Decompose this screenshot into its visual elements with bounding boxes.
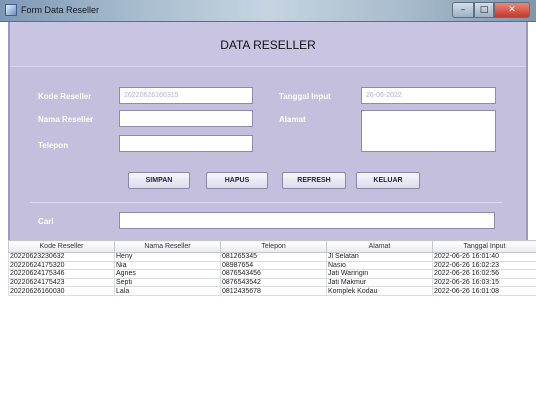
cell-telepon: 0876543456: [220, 269, 327, 279]
table-row[interactable]: 20220623230632 Heny 081265345 Jl Selatan…: [8, 252, 536, 262]
cell-kode: 20220624175320: [8, 260, 115, 271]
tanggal-input-label: Tanggal Input: [279, 92, 331, 101]
telepon-label: Telepon: [38, 141, 69, 150]
close-button[interactable]: ✕: [494, 2, 530, 18]
simpan-button[interactable]: SIMPAN: [128, 172, 190, 189]
cell-telepon: 08987654: [220, 260, 327, 271]
kode-reseller-label: Kode Reseller: [38, 92, 92, 101]
cell-alamat: Nasio: [326, 260, 433, 271]
reseller-table: Kode Reseller Nama Reseller Telepon Alam…: [8, 240, 536, 296]
cell-tanggal: 2022-06-26 16:01:40: [432, 252, 536, 262]
cell-tanggal: 2022-06-26 16:01:08: [432, 286, 536, 296]
cell-nama: Heny: [114, 252, 221, 262]
refresh-button[interactable]: REFRESH: [282, 172, 346, 189]
alamat-label: Alamat: [279, 115, 306, 124]
cell-alamat: Jati Makmur: [326, 277, 433, 288]
table-row[interactable]: 20220624175320 Nia 08987654 Nasio 2022-0…: [8, 260, 536, 271]
maximize-button[interactable]: □: [474, 2, 494, 18]
cell-kode: 20220624175423: [8, 277, 115, 288]
title-bar: Form Data Reseller – □ ✕: [0, 0, 536, 22]
column-header-alamat[interactable]: Alamat: [326, 240, 433, 253]
column-header-nama[interactable]: Nama Reseller: [114, 240, 221, 253]
separator: [30, 202, 502, 203]
cell-alamat: Jati Waringin: [326, 269, 433, 279]
window-title: Form Data Reseller: [21, 5, 100, 15]
cell-telepon: 081265345: [220, 252, 327, 262]
table-row[interactable]: 20220626160030 Lala 0812435678 Komplek K…: [8, 286, 536, 296]
header-panel: DATA RESELLER: [10, 22, 526, 67]
search-input[interactable]: [119, 212, 495, 229]
reseller-table-area[interactable]: Kode Reseller Nama Reseller Telepon Alam…: [8, 240, 536, 418]
table-row[interactable]: 20220624175346 Agnes 0876543456 Jati War…: [8, 269, 536, 279]
page-title: DATA RESELLER: [220, 38, 316, 52]
nama-reseller-label: Nama Reseller: [38, 115, 94, 124]
kode-reseller-field[interactable]: 20220626160315: [119, 87, 253, 104]
alamat-field[interactable]: [361, 110, 496, 152]
cell-nama: Nia: [114, 260, 221, 271]
form-panel: DATA RESELLER Kode Reseller 202206261603…: [8, 22, 528, 240]
cell-kode: 20220626160030: [8, 286, 115, 296]
cell-nama: Agnes: [114, 269, 221, 279]
cell-kode: 20220624175346: [8, 269, 115, 279]
app-icon: [5, 4, 17, 16]
cell-alamat: Komplek Kodau: [326, 286, 433, 296]
tanggal-input-field[interactable]: 26-06-2022: [361, 87, 496, 104]
cari-label: Cari: [38, 217, 54, 226]
table-row[interactable]: 20220624175423 Septi 0876543542 Jati Mak…: [8, 277, 536, 288]
nama-reseller-field[interactable]: [119, 110, 253, 127]
cell-alamat: Jl Selatan: [326, 252, 433, 262]
cell-telepon: 0812435678: [220, 286, 327, 296]
table-header-row: Kode Reseller Nama Reseller Telepon Alam…: [8, 240, 536, 253]
column-header-tanggal[interactable]: Tanggal Input: [432, 240, 536, 253]
column-header-kode[interactable]: Kode Reseller: [8, 240, 115, 253]
window-controls: – □ ✕: [452, 2, 530, 18]
cell-tanggal: 2022-06-26 16:02:23: [432, 260, 536, 271]
cell-tanggal: 2022-06-26 16:02:56: [432, 269, 536, 279]
keluar-button[interactable]: KELUAR: [356, 172, 420, 189]
cell-nama: Lala: [114, 286, 221, 296]
telepon-field[interactable]: [119, 135, 253, 152]
minimize-button[interactable]: –: [452, 2, 474, 18]
column-header-telepon[interactable]: Telepon: [220, 240, 327, 253]
cell-nama: Septi: [114, 277, 221, 288]
cell-telepon: 0876543542: [220, 277, 327, 288]
cell-kode: 20220623230632: [8, 252, 115, 262]
hapus-button[interactable]: HAPUS: [206, 172, 268, 189]
cell-tanggal: 2022-06-26 16:03:15: [432, 277, 536, 288]
